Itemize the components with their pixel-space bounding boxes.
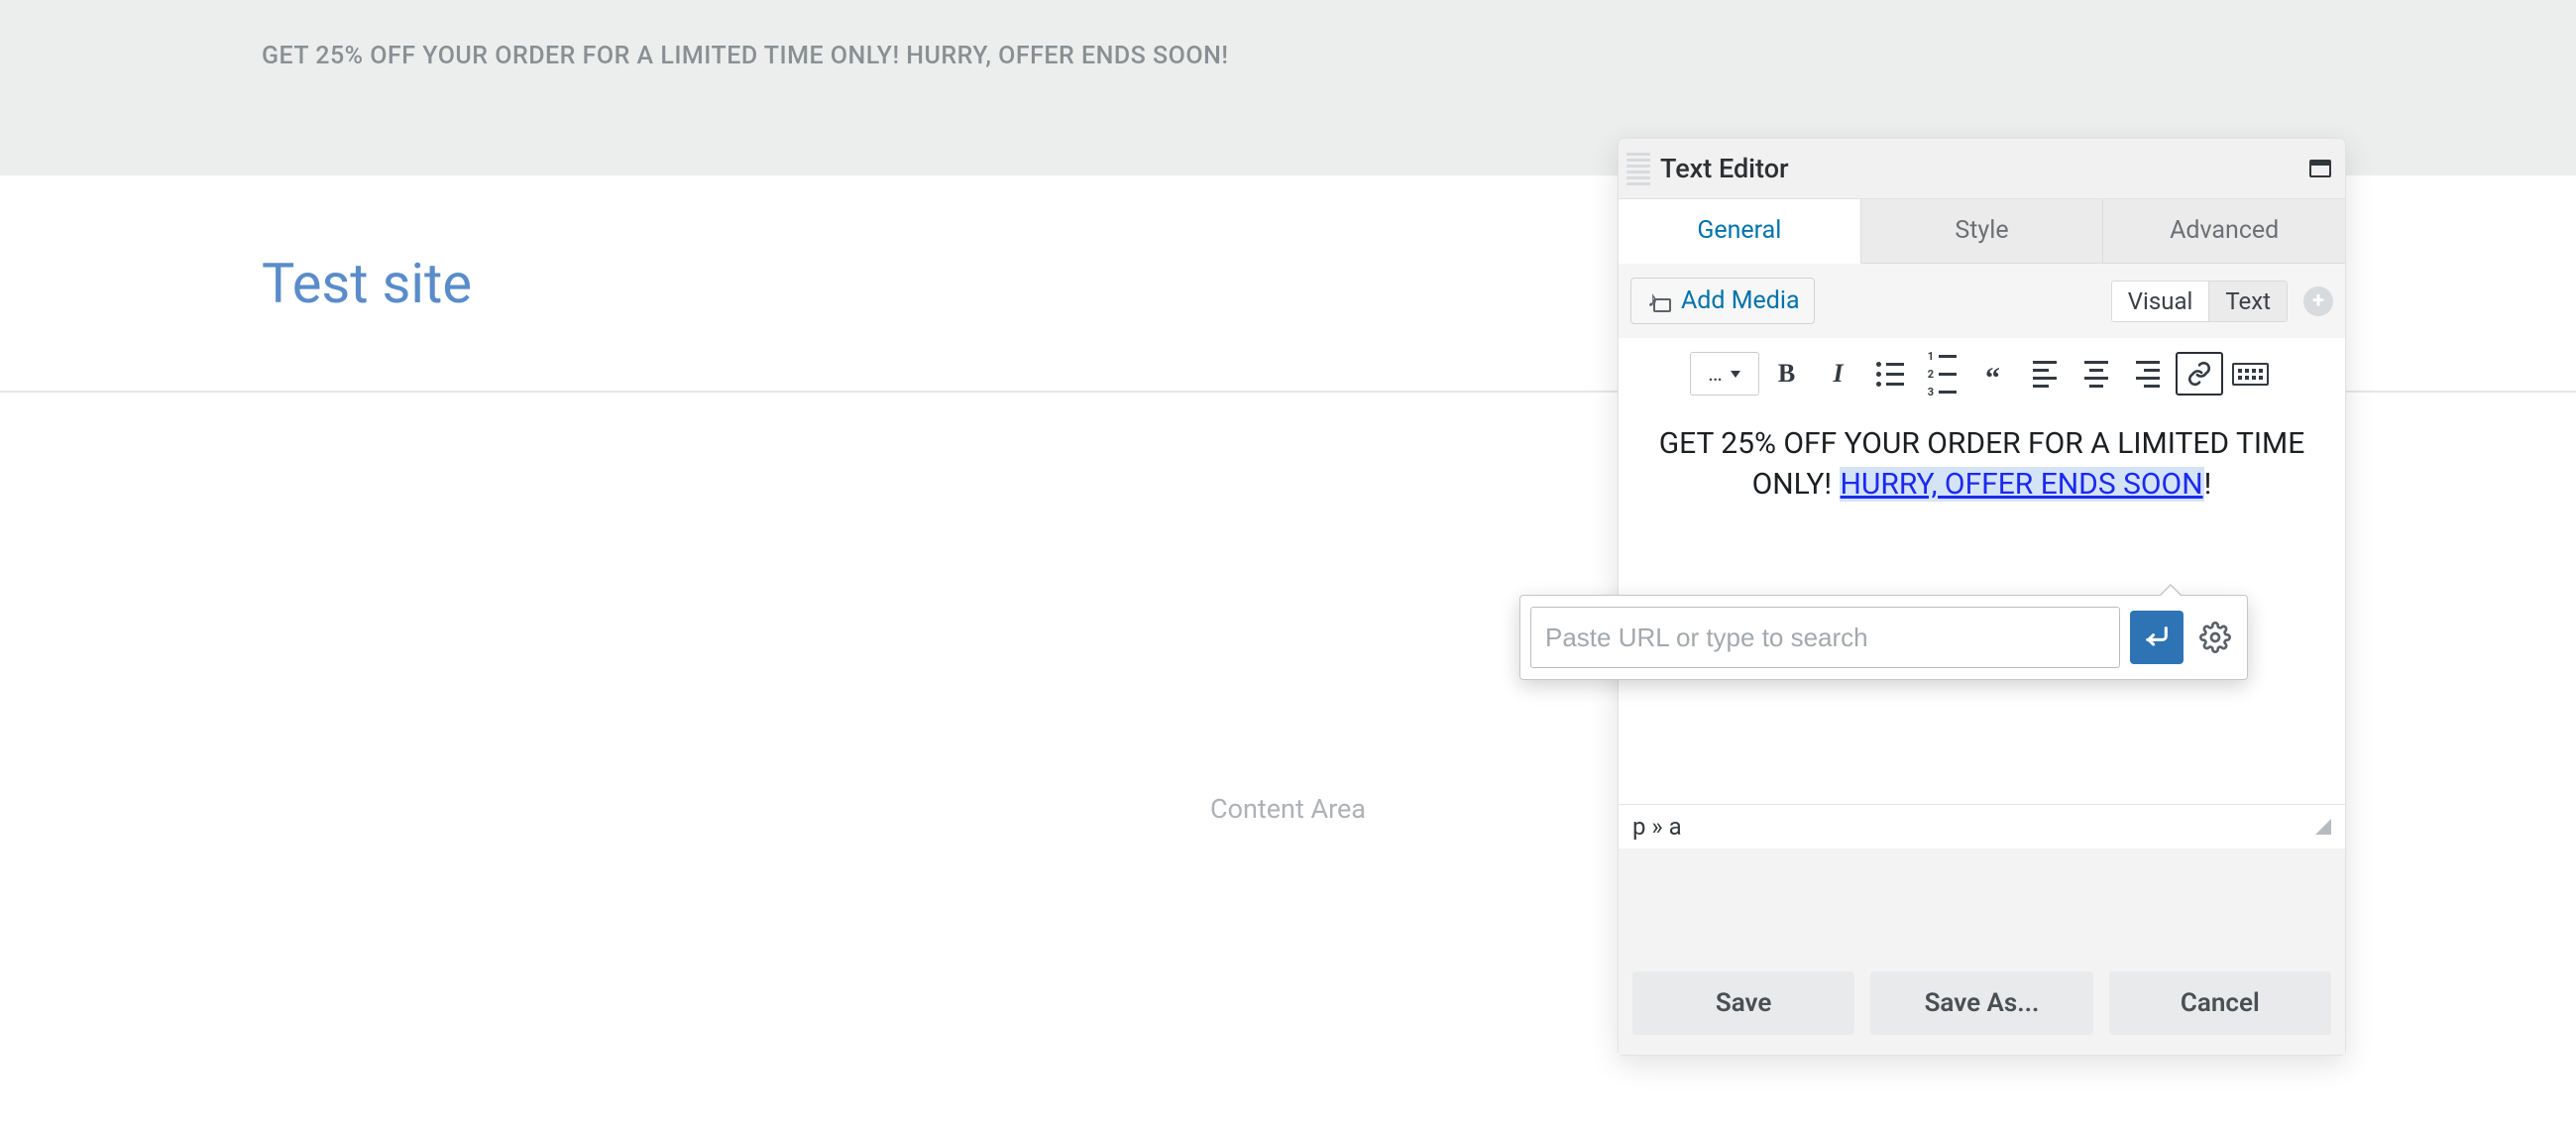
add-toolbar-button[interactable]: + <box>2303 286 2333 316</box>
save-as-button[interactable]: Save As... <box>1870 971 2092 1035</box>
save-button[interactable]: Save <box>1632 971 1854 1035</box>
link-url-popover <box>1519 595 2248 680</box>
apply-link-button[interactable] <box>2130 611 2184 664</box>
mode-tab-text[interactable]: Text <box>2209 282 2287 321</box>
tab-style[interactable]: Style <box>1861 199 2104 264</box>
media-icon <box>1645 290 1671 312</box>
panel-filler <box>1619 849 2345 956</box>
content-area-label: Content Area <box>1210 793 1366 825</box>
panel-tabs: General Style Advanced <box>1619 199 2345 264</box>
element-path-bar: p » a <box>1619 804 2345 849</box>
add-media-label: Add Media <box>1681 286 1800 315</box>
keyboard-icon <box>2232 363 2269 386</box>
enter-icon <box>2143 624 2171 651</box>
promo-banner-text: GET 25% OFF YOUR ORDER FOR A LIMITED TIM… <box>262 42 1228 70</box>
panel-header[interactable]: Text Editor <box>1619 139 2345 199</box>
site-title[interactable]: Test site <box>262 251 472 316</box>
tab-advanced[interactable]: Advanced <box>2103 199 2345 264</box>
link-icon <box>2186 361 2212 387</box>
link-settings-button[interactable] <box>2193 616 2237 659</box>
drag-handle-icon[interactable] <box>1626 147 1650 190</box>
paragraph-dropdown-label: … <box>1708 362 1723 387</box>
align-center-button[interactable] <box>2072 352 2120 396</box>
italic-button[interactable]: I <box>1815 352 1862 396</box>
element-path[interactable]: p » a <box>1632 813 1682 841</box>
editor-text-linked[interactable]: HURRY, OFFER ENDS SOON <box>1840 467 2204 502</box>
panel-title: Text Editor <box>1660 153 2309 184</box>
align-left-button[interactable] <box>2021 352 2069 396</box>
resize-grip-icon[interactable] <box>2315 819 2331 835</box>
editor-controls-row: Add Media Visual Text + <box>1619 264 2345 338</box>
editor-content[interactable]: GET 25% OFF YOUR ORDER FOR A LIMITED TIM… <box>1638 423 2325 506</box>
bold-button[interactable]: B <box>1763 352 1811 396</box>
ordered-list-button[interactable]: 1 2 3 <box>1918 352 1965 396</box>
paragraph-dropdown[interactable]: … <box>1690 352 1759 396</box>
cancel-button[interactable]: Cancel <box>2109 971 2331 1035</box>
panel-footer: Save Save As... Cancel <box>1619 956 2345 1055</box>
editor-text-part2: ! <box>2204 467 2212 502</box>
editor-mode-tabs: Visual Text <box>2111 281 2288 322</box>
mode-tab-visual[interactable]: Visual <box>2112 282 2210 321</box>
blockquote-button[interactable]: “ <box>1969 352 2017 396</box>
maximize-icon[interactable] <box>2309 160 2331 177</box>
unordered-list-button[interactable] <box>1866 352 1914 396</box>
tab-general[interactable]: General <box>1619 199 1861 264</box>
link-url-input[interactable] <box>1530 607 2120 668</box>
formatting-toolbar: … B I 1 2 3 “ <box>1619 348 2345 407</box>
gear-icon <box>2199 622 2231 653</box>
insert-link-button[interactable] <box>2176 352 2223 396</box>
align-right-button[interactable] <box>2124 352 2172 396</box>
toolbar-toggle-button[interactable] <box>2227 352 2275 396</box>
add-media-button[interactable]: Add Media <box>1630 278 1815 324</box>
